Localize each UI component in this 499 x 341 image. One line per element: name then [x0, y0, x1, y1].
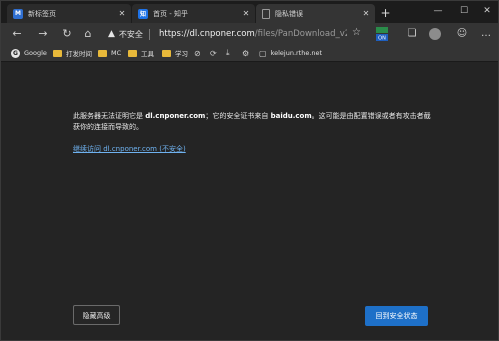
bookmark-folder-tools[interactable]: 工具	[128, 47, 154, 59]
more-options-icon[interactable]: …	[479, 27, 493, 41]
profile-avatar[interactable]	[429, 28, 441, 40]
error-page: 此服务器无法证明它是 dl.cnponer.com；它的安全证书来自 baidu…	[1, 62, 498, 340]
bookmark-label: Google	[24, 49, 47, 57]
address-input[interactable]: https://dl.cnponer.com/files/PanDownload…	[159, 28, 347, 40]
tab-close-icon[interactable]: ✕	[116, 9, 128, 18]
collections-icon[interactable]: ❏	[405, 27, 419, 41]
back-to-safety-button[interactable]: 回到安全状态	[365, 306, 428, 326]
bookmark-icon-2[interactable]: ⟳	[210, 47, 217, 59]
bookmark-folder-mc[interactable]: MC	[98, 47, 121, 59]
divider	[148, 28, 150, 40]
tab-favicon-icon: M	[13, 8, 23, 19]
tab-close-icon[interactable]: ✕	[360, 9, 372, 18]
folder-icon	[128, 49, 137, 57]
tab-strip: M 新标签页 ✕ 知 首页 - 知乎 ✕ 隐私错误 ✕ + — ☐ ✕	[1, 1, 498, 23]
bookmark-label: kelejun.rthe.net	[270, 49, 323, 57]
back-icon[interactable]: ←	[10, 27, 24, 41]
hide-advanced-button[interactable]: 隐藏高级	[73, 305, 120, 325]
google-icon: G	[11, 48, 20, 58]
bookmark-label: 工具	[141, 50, 154, 58]
folder-icon	[98, 49, 107, 57]
error-message-prefix: 此服务器无法证明它是	[73, 112, 146, 120]
forward-icon[interactable]: →	[36, 27, 50, 41]
bookmark-icon-3[interactable]: ⤓	[226, 47, 230, 59]
settings-icon: ⚙	[242, 48, 250, 58]
bookmark-google[interactable]: G Google	[11, 47, 47, 59]
url-path: /files/PanDownload_v2.2.2...	[254, 29, 347, 39]
tab-label: 首页 - 知乎	[153, 9, 188, 18]
page-icon: ▢	[259, 48, 267, 58]
tab-privacy-error[interactable]: 隐私错误 ✕	[256, 4, 375, 23]
error-message-mid: ；它的安全证书来自	[205, 112, 271, 120]
url-host: https://dl.cnponer.com	[159, 29, 255, 39]
browser-window: M 新标签页 ✕ 知 首页 - 知乎 ✕ 隐私错误 ✕ + — ☐ ✕ ← → …	[0, 0, 499, 341]
bookmarks-bar: G Google 打发时间 MC 工具 学习 ⊘ ⟳ ⤓ ⚙ ▢ kelejun…	[1, 45, 498, 62]
bookmark-label: 打发时间	[66, 50, 92, 58]
bookmark-icon-4[interactable]: ⚙	[242, 47, 249, 59]
link-icon: ⊘	[194, 48, 201, 58]
minimize-button[interactable]: —	[430, 4, 446, 18]
maximize-button[interactable]: ☐	[456, 4, 472, 18]
favorite-star-icon[interactable]: ☆	[352, 27, 361, 38]
tab-label: 新标签页	[28, 9, 56, 18]
toolbar: ← → ↻ ⌂ ▲ 不安全 https://dl.cnponer.com/fil…	[1, 23, 498, 45]
extension-icon[interactable]: ON	[376, 27, 388, 42]
sync-icon: ⟳	[210, 48, 217, 58]
extension-badge-icon: ON	[376, 27, 388, 42]
emoji-icon[interactable]: ☺	[455, 27, 469, 41]
security-indicator[interactable]: ▲ 不安全	[108, 28, 150, 40]
tab-new-tab[interactable]: M 新标签页 ✕	[7, 4, 131, 23]
bookmark-icon-1[interactable]: ⊘	[194, 47, 201, 59]
error-message: 此服务器无法证明它是 dl.cnponer.com；它的安全证书来自 baidu…	[73, 111, 433, 133]
folder-icon	[53, 49, 62, 57]
refresh-icon[interactable]: ↻	[60, 27, 74, 41]
close-window-button[interactable]: ✕	[479, 4, 495, 18]
page-icon	[262, 8, 270, 19]
error-issuer: baidu.com	[270, 112, 312, 120]
home-icon[interactable]: ⌂	[81, 27, 95, 41]
bookmark-label: 学习	[175, 50, 188, 58]
folder-icon	[162, 49, 171, 57]
proceed-unsafe-link[interactable]: 继续访问 dl.cnponer.com (不安全)	[73, 144, 186, 154]
bookmark-kelejun[interactable]: ▢ kelejun.rthe.net	[259, 47, 322, 59]
tab-close-icon[interactable]: ✕	[240, 9, 252, 18]
bookmark-folder-leisure[interactable]: 打发时间	[53, 47, 92, 59]
tab-label: 隐私错误	[275, 9, 303, 18]
new-tab-button[interactable]: +	[378, 6, 393, 21]
download-icon: ⤓	[226, 48, 230, 57]
tab-zhihu[interactable]: 知 首页 - 知乎 ✕	[132, 4, 255, 23]
bookmark-label: MC	[111, 49, 122, 57]
zhihu-icon: 知	[138, 8, 148, 19]
bookmark-folder-study[interactable]: 学习	[162, 47, 188, 59]
warning-icon: ▲	[108, 29, 115, 39]
svg-text:ON: ON	[378, 36, 386, 42]
security-label: 不安全	[118, 29, 143, 39]
error-domain: dl.cnponer.com	[145, 112, 206, 120]
